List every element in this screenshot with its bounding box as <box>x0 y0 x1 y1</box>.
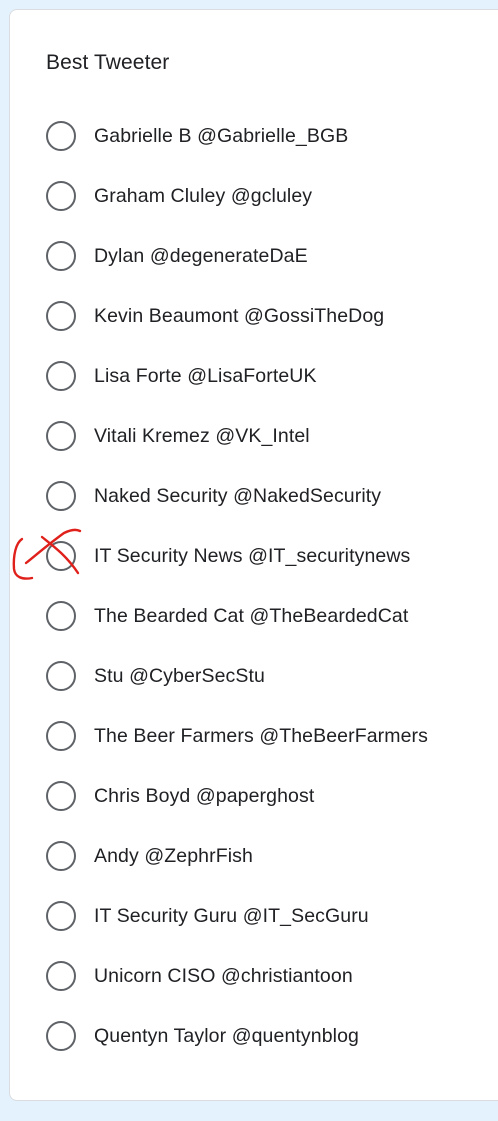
radio-option-label: The Bearded Cat @TheBeardedCat <box>94 605 409 627</box>
radio-option-label: The Beer Farmers @TheBeerFarmers <box>94 725 428 747</box>
radio-option-label: Kevin Beaumont @GossiTheDog <box>94 305 385 327</box>
radio-option[interactable]: Graham Cluley @gcluley <box>10 166 498 226</box>
radio-option-label: Lisa Forte @LisaForteUK <box>94 365 317 387</box>
radio-option-label: Stu @CyberSecStu <box>94 665 265 687</box>
radio-button[interactable] <box>46 601 76 631</box>
radio-option[interactable]: The Beer Farmers @TheBeerFarmers <box>10 706 498 766</box>
radio-option-label: Graham Cluley @gcluley <box>94 185 313 207</box>
radio-option[interactable]: Andy @ZephrFish <box>10 826 498 886</box>
radio-option[interactable]: Chris Boyd @paperghost <box>10 766 498 826</box>
radio-button[interactable] <box>46 661 76 691</box>
question-card: Best Tweeter Gabrielle B @Gabrielle_BGB … <box>9 9 498 1101</box>
question-title: Best Tweeter <box>46 51 170 74</box>
radio-option[interactable]: Vitali Kremez @VK_Intel <box>10 406 498 466</box>
radio-options-list: Gabrielle B @Gabrielle_BGB Graham Cluley… <box>10 106 498 1066</box>
radio-button[interactable] <box>46 361 76 391</box>
radio-option-label: Chris Boyd @paperghost <box>94 785 315 807</box>
radio-option[interactable]: IT Security News @IT_securitynews <box>10 526 498 586</box>
radio-button[interactable] <box>46 121 76 151</box>
radio-button[interactable] <box>46 541 76 571</box>
radio-option-label: IT Security News @IT_securitynews <box>94 545 411 567</box>
radio-button[interactable] <box>46 721 76 751</box>
radio-option[interactable]: Unicorn CISO @christiantoon <box>10 946 498 1006</box>
radio-option[interactable]: Quentyn Taylor @quentynblog <box>10 1006 498 1066</box>
radio-option[interactable]: Gabrielle B @Gabrielle_BGB <box>10 106 498 166</box>
radio-option-label: Quentyn Taylor @quentynblog <box>94 1025 359 1047</box>
radio-option-label: Gabrielle B @Gabrielle_BGB <box>94 125 349 147</box>
radio-button[interactable] <box>46 781 76 811</box>
radio-button[interactable] <box>46 841 76 871</box>
radio-option-label: Unicorn CISO @christiantoon <box>94 965 353 987</box>
radio-button[interactable] <box>46 961 76 991</box>
radio-option[interactable]: Dylan @degenerateDaE <box>10 226 498 286</box>
radio-option[interactable]: IT Security Guru @IT_SecGuru <box>10 886 498 946</box>
radio-option[interactable]: The Bearded Cat @TheBeardedCat <box>10 586 498 646</box>
radio-button[interactable] <box>46 181 76 211</box>
radio-option[interactable]: Naked Security @NakedSecurity <box>10 466 498 526</box>
radio-option-label: Dylan @degenerateDaE <box>94 245 308 267</box>
radio-button[interactable] <box>46 301 76 331</box>
radio-button[interactable] <box>46 241 76 271</box>
radio-option-label: Naked Security @NakedSecurity <box>94 485 382 507</box>
radio-option-label: Andy @ZephrFish <box>94 845 253 867</box>
radio-option[interactable]: Lisa Forte @LisaForteUK <box>10 346 498 406</box>
radio-button[interactable] <box>46 1021 76 1051</box>
radio-option[interactable]: Stu @CyberSecStu <box>10 646 498 706</box>
radio-button[interactable] <box>46 901 76 931</box>
radio-button[interactable] <box>46 481 76 511</box>
radio-option-label: Vitali Kremez @VK_Intel <box>94 425 310 447</box>
radio-option[interactable]: Kevin Beaumont @GossiTheDog <box>10 286 498 346</box>
radio-button[interactable] <box>46 421 76 451</box>
radio-option-label: IT Security Guru @IT_SecGuru <box>94 905 369 927</box>
